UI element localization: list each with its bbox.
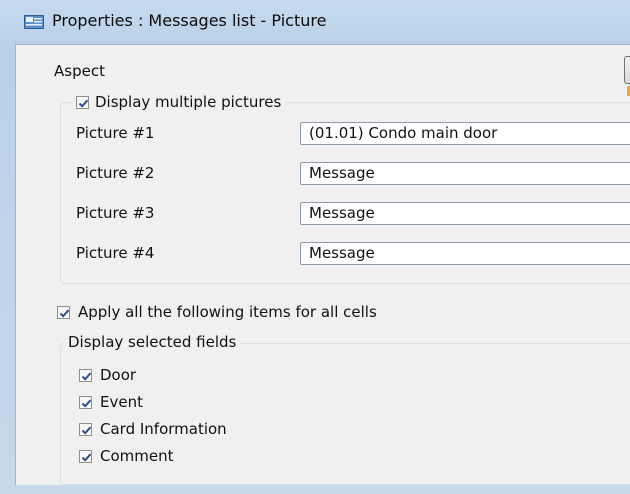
picture-3-value: Message [309, 204, 375, 222]
picture-2-label: Picture #2 [76, 164, 155, 182]
display-multiple-pictures-checkbox[interactable] [76, 95, 89, 109]
aspect-label: Aspect [54, 62, 105, 80]
picture-1-value: (01.01) Condo main door [309, 124, 498, 142]
checkmark-icon [81, 399, 92, 408]
apply-all-checkbox[interactable] [57, 305, 70, 319]
field-door-checkbox[interactable] [79, 368, 92, 382]
field-card-information-checkbox[interactable] [79, 422, 92, 436]
field-comment-label: Comment [100, 447, 174, 465]
apply-all-label: Apply all the following items for all ce… [78, 303, 377, 321]
picture-2-value: Message [309, 164, 375, 182]
checkmark-icon [78, 99, 89, 108]
picture-4-select[interactable]: Message [300, 242, 630, 265]
display-multiple-pictures-option[interactable]: Display multiple pictures [72, 93, 286, 111]
checkmark-icon [81, 426, 92, 435]
field-event-option[interactable]: Event [79, 393, 143, 411]
checkmark-icon [81, 453, 92, 462]
apply-all-option[interactable]: Apply all the following items for all ce… [57, 303, 377, 321]
field-door-option[interactable]: Door [79, 366, 136, 384]
aspect-button[interactable] [624, 56, 630, 84]
field-comment-option[interactable]: Comment [79, 447, 174, 465]
dialog-window: Properties : Messages list - Picture Asp… [0, 0, 630, 494]
picture-4-value: Message [309, 244, 375, 262]
picture-4-label: Picture #4 [76, 244, 155, 262]
checkmark-icon [81, 372, 92, 381]
field-card-information-label: Card Information [100, 420, 227, 438]
title-bar[interactable]: Properties : Messages list - Picture [0, 0, 630, 44]
picture-2-select[interactable]: Message [300, 162, 630, 185]
picture-3-label: Picture #3 [76, 204, 155, 222]
field-event-label: Event [100, 393, 143, 411]
field-door-label: Door [100, 366, 137, 384]
picture-3-select[interactable]: Message [300, 202, 630, 225]
display-selected-fields-legend: Display selected fields [64, 333, 241, 351]
display-selected-fields-label: Display selected fields [68, 333, 237, 351]
field-card-information-option[interactable]: Card Information [79, 420, 227, 438]
properties-window-icon [24, 15, 44, 29]
display-multiple-pictures-label: Display multiple pictures [95, 93, 282, 111]
field-comment-checkbox[interactable] [79, 449, 92, 463]
checkmark-icon [59, 309, 70, 318]
field-event-checkbox[interactable] [79, 395, 92, 409]
picture-1-select[interactable]: (01.01) Condo main door [300, 122, 630, 145]
picture-1-label: Picture #1 [76, 124, 155, 142]
window-title: Properties : Messages list - Picture [52, 11, 327, 30]
